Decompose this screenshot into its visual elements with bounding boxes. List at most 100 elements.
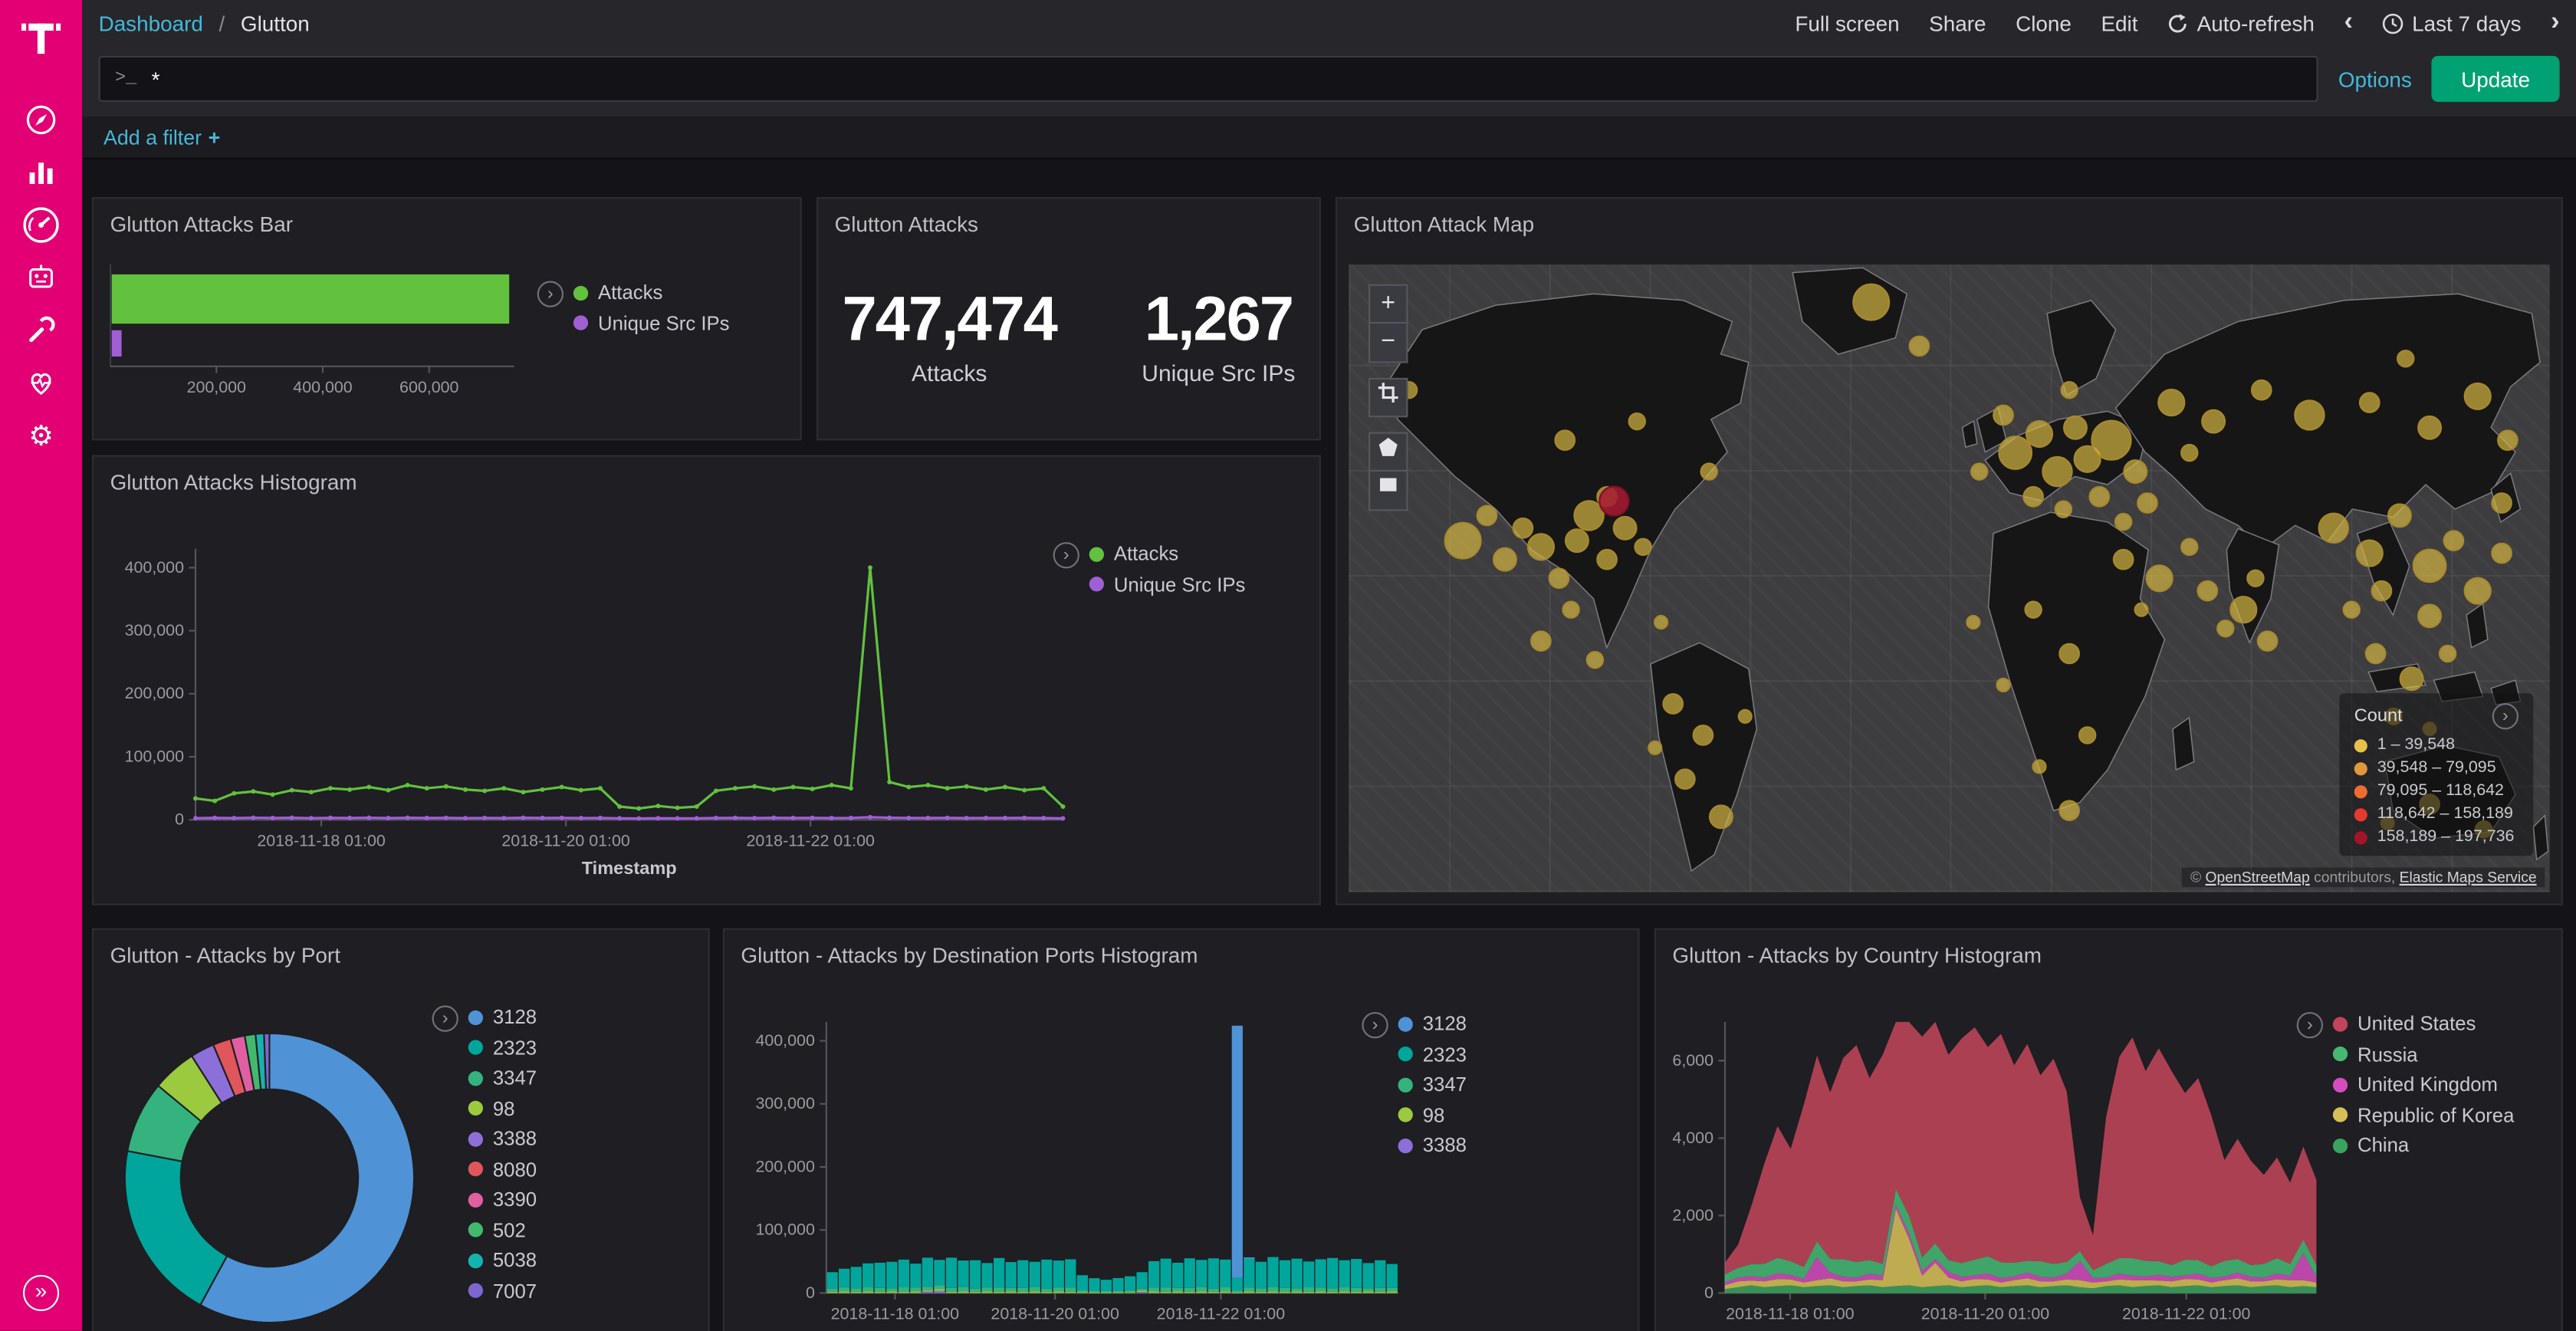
stacked-bar-segment[interactable] [1017,1260,1028,1288]
stacked-bar-segment[interactable] [1220,1287,1230,1291]
legend-item[interactable]: 3388 [468,1127,537,1150]
stacked-bar-segment[interactable] [1232,1026,1243,1278]
legend-item[interactable]: 5038 [468,1249,537,1272]
stacked-bar-segment[interactable] [1280,1288,1290,1292]
stacked-bar-segment[interactable] [958,1291,968,1293]
stacked-bar-segment[interactable] [1136,1291,1147,1293]
legend-item[interactable]: 79,095 – 118,642 [2354,782,2518,800]
auto-refresh-button[interactable]: Auto-refresh [2167,11,2315,35]
legend-item[interactable]: Unique Src IPs [573,311,730,334]
legend-toggle-button[interactable]: › [2297,1012,2323,1038]
stacked-bar-segment[interactable] [946,1257,957,1287]
attack-bubble[interactable] [1574,501,1603,530]
attack-bubble[interactable] [2026,421,2052,447]
stacked-bar-segment[interactable] [1148,1291,1159,1293]
stacked-bar-segment[interactable] [1244,1257,1254,1259]
legend-item[interactable]: Attacks [573,281,730,304]
legend-item[interactable]: Republic of Korea [2333,1103,2515,1126]
stacked-bar-segment[interactable] [1220,1291,1230,1293]
attack-bubble[interactable] [1654,616,1668,629]
stacked-bar-segment[interactable] [1030,1262,1040,1287]
attack-bubble[interactable] [2064,416,2087,439]
attack-bubble[interactable] [2418,605,2441,628]
stacked-bar-segment[interactable] [1030,1287,1040,1292]
time-forward-button[interactable]: › [2551,10,2559,36]
stacked-bar-segment[interactable] [1196,1291,1207,1293]
stacked-bar-segment[interactable] [886,1262,897,1289]
stacked-bar-segment[interactable] [1041,1260,1052,1289]
attack-bubble[interactable] [1853,284,1889,320]
attack-bubble[interactable] [2400,667,2423,690]
stacked-bar-segment[interactable] [1256,1288,1267,1292]
stacked-bar-segment[interactable] [1017,1288,1028,1292]
options-link[interactable]: Options [2338,67,2412,91]
stacked-bar-segment[interactable] [851,1292,862,1293]
attack-bubble[interactable] [2137,493,2157,513]
stacked-bar-segment[interactable] [1303,1261,1314,1287]
attack-bubble[interactable] [2026,602,2042,618]
attack-bubble[interactable] [2055,501,2072,518]
stacked-bar-segment[interactable] [958,1260,968,1287]
attack-bubble[interactable] [2418,416,2441,439]
stacked-bar-segment[interactable] [1184,1258,1195,1288]
attack-bubble[interactable] [1993,406,2013,426]
stacked-bar-segment[interactable] [886,1291,897,1293]
stacked-bar-segment[interactable] [1291,1288,1302,1291]
stacked-bar-segment[interactable] [1387,1264,1398,1288]
stacked-bar-segment[interactable] [1053,1291,1064,1293]
stacked-bar-segment[interactable] [1315,1259,1326,1287]
legend-item[interactable]: 39,548 – 79,095 [2354,759,2518,777]
stacked-bar-segment[interactable] [839,1291,849,1293]
stacked-bar-segment[interactable] [1006,1288,1017,1292]
attack-bubble[interactable] [1739,710,1752,723]
stacked-bar-segment[interactable] [827,1272,838,1288]
stacked-bar-segment[interactable] [1065,1292,1076,1293]
stacked-bar-segment[interactable] [981,1287,992,1291]
stacked-bar-segment[interactable] [1339,1287,1350,1291]
stacked-bar-segment[interactable] [1232,1278,1243,1290]
openstreetmap-link[interactable]: OpenStreetMap [2206,869,2310,886]
stacked-bar-segment[interactable] [1172,1288,1183,1292]
attack-bubble[interactable] [2397,350,2413,366]
attack-bubble[interactable] [2147,565,2173,591]
stacked-bar-segment[interactable] [1077,1275,1088,1290]
attack-bubble[interactable] [1587,652,1603,668]
stacked-bar-segment[interactable] [970,1292,981,1293]
legend-item[interactable]: 1 – 39,548 [2354,736,2518,754]
stacked-bar-segment[interactable] [863,1291,873,1293]
stacked-bar-segment[interactable] [1041,1289,1052,1292]
stacked-bar-segment[interactable] [1303,1292,1314,1293]
stacked-bar-segment[interactable] [910,1287,921,1291]
stacked-bar-segment[interactable] [899,1260,909,1287]
stacked-bar-segment[interactable] [1112,1278,1123,1290]
stacked-bar-segment[interactable] [863,1287,873,1291]
dest-ports-histogram-chart[interactable]: 0100,000200,000300,000400,0002018-11-18 … [734,989,1424,1331]
legend-item[interactable]: Unique Src IPs [1089,573,1246,596]
stacked-bar-segment[interactable] [1006,1291,1017,1293]
stacked-bar-segment[interactable] [1267,1257,1278,1287]
stacked-bar-segment[interactable] [1267,1287,1278,1291]
attack-bubble[interactable] [1562,602,1579,618]
country-histogram-chart[interactable]: 02,0004,0006,0002018-11-18 01:002018-11-… [1666,989,2343,1331]
sidebar-item-dev-tools[interactable] [13,304,69,357]
attack-bubble[interactable] [2202,410,2225,433]
attack-bubble[interactable] [1675,769,1695,789]
attack-bubble[interactable] [2360,393,2380,412]
legend-item[interactable]: 98 [468,1096,537,1119]
sidebar-item-discover[interactable] [13,94,69,146]
attack-bubble[interactable] [2344,602,2360,618]
stacked-bar-segment[interactable] [1017,1292,1028,1293]
stacked-bar-segment[interactable] [839,1287,849,1291]
fit-bounds-button[interactable] [1368,378,1408,417]
attack-bubble[interactable] [2258,631,2278,651]
stacked-bar-segment[interactable] [1053,1287,1064,1291]
attack-bubble[interactable] [1694,725,1714,745]
stacked-bar-segment[interactable] [922,1290,933,1292]
attack-bubble[interactable] [1967,616,1980,629]
stacked-bar-segment[interactable] [1351,1292,1362,1293]
stacked-bar-segment[interactable] [1196,1260,1207,1287]
stacked-bar-segment[interactable] [1160,1292,1171,1293]
attack-bubble[interactable] [1701,463,1717,479]
clone-button[interactable]: Clone [2016,11,2072,35]
attack-bubble[interactable] [2444,531,2464,550]
